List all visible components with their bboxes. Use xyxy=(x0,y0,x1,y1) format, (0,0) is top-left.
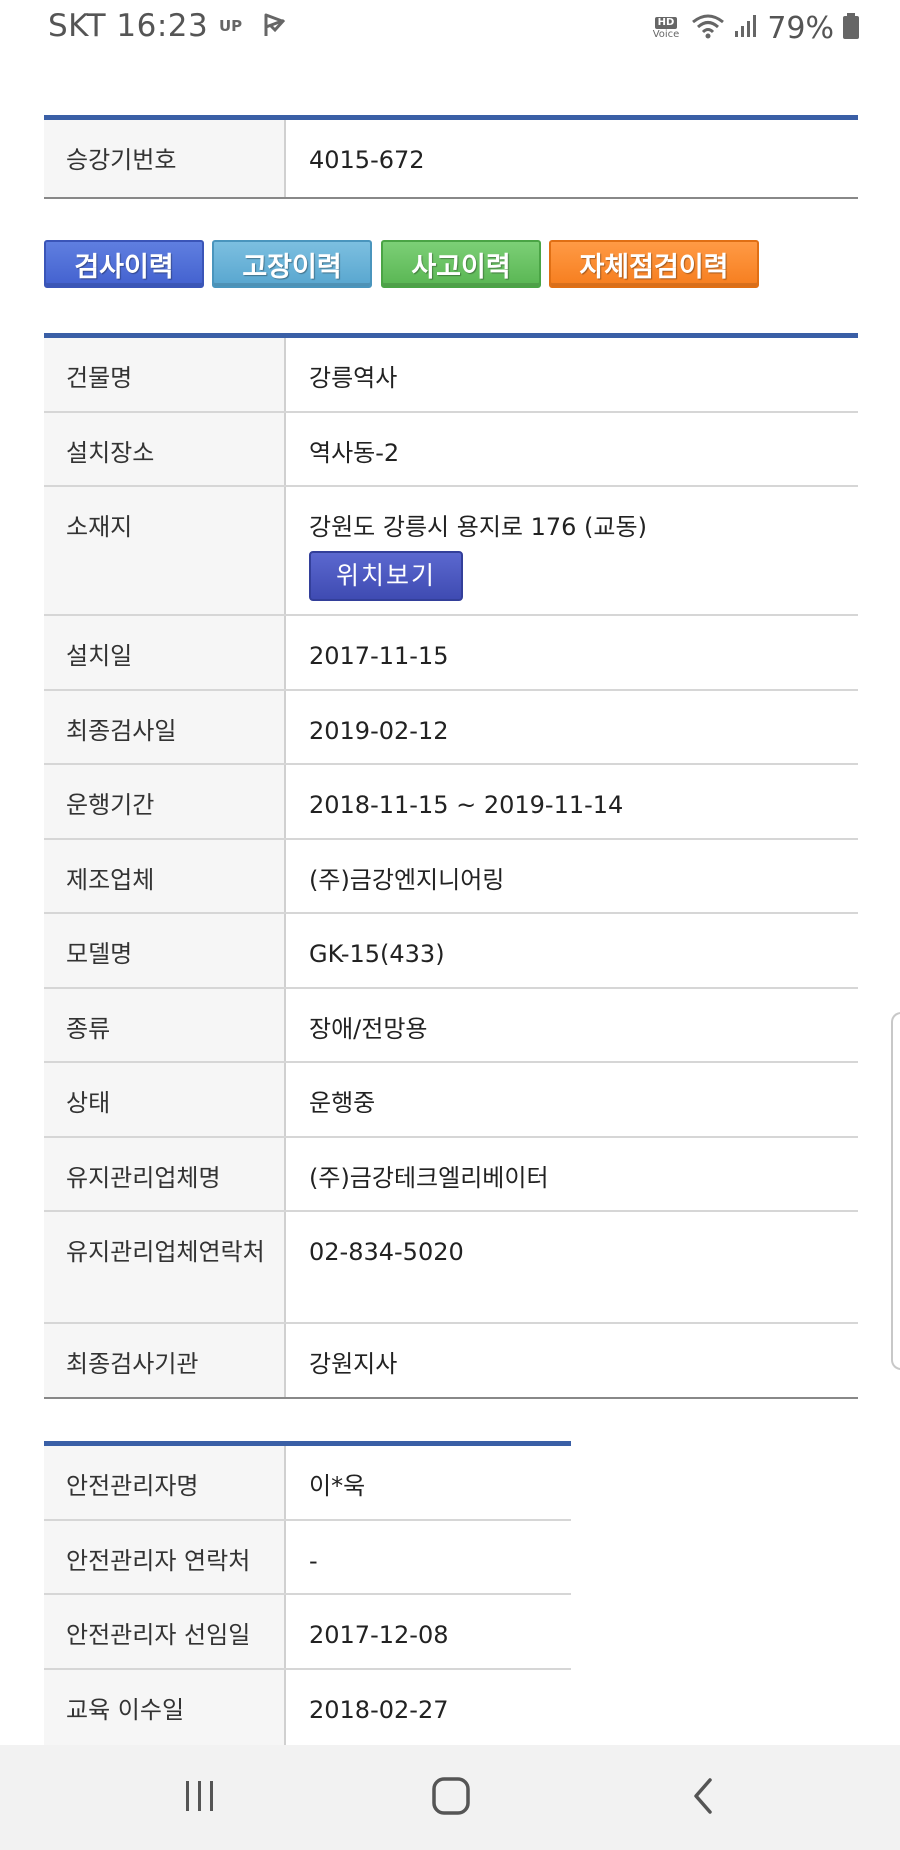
inspection-agency-label: 최종검사기관 xyxy=(44,1324,286,1397)
manager-contact-label: 안전관리자 연락처 xyxy=(44,1521,286,1593)
hd-voice-indicator: HD Voice xyxy=(652,16,680,40)
view-location-button[interactable]: 위치보기 xyxy=(309,551,463,601)
model-value: GK-15(433) xyxy=(309,940,445,968)
inspection-history-button[interactable]: 검사이력 xyxy=(44,240,204,288)
table-row: 안전관리자 연락처 - xyxy=(44,1521,571,1595)
maintenance-company-label: 유지관리업체명 xyxy=(44,1138,286,1210)
manager-name-label: 안전관리자명 xyxy=(44,1446,286,1519)
accident-history-button[interactable]: 사고이력 xyxy=(381,240,541,288)
table-row: 상태 운행중 xyxy=(44,1063,858,1138)
manufacturer-value: (주)금강엔지니어링 xyxy=(309,866,505,894)
maintenance-contact-label: 유지관리업체연락처 xyxy=(44,1212,286,1322)
recents-icon xyxy=(182,1779,218,1817)
table-row: 안전관리자명 이*욱 xyxy=(44,1446,571,1521)
type-label: 종류 xyxy=(44,989,286,1061)
table-row: 설치장소 역사동-2 xyxy=(44,413,858,487)
operation-period-value: 2018-11-15 ~ 2019-11-14 xyxy=(309,791,624,819)
address-label: 소재지 xyxy=(44,487,286,614)
maintenance-contact-value: 02-834-5020 xyxy=(309,1238,464,1266)
manager-contact-value: - xyxy=(309,1547,318,1575)
home-button[interactable] xyxy=(421,1773,481,1823)
hd-label: HD xyxy=(654,16,678,29)
self-check-history-button[interactable]: 자체점검이력 xyxy=(549,240,759,288)
unit-number-value: 4015-672 xyxy=(309,146,425,174)
safety-manager-table: 안전관리자명 이*욱 안전관리자 연락처 - 안전관리자 선임일 2017-12… xyxy=(44,1441,571,1750)
state-label: 상태 xyxy=(44,1063,286,1136)
install-date-label: 설치일 xyxy=(44,616,286,689)
voice-label: Voice xyxy=(652,28,680,40)
table-row: 소재지 강원도 강릉시 용지로 176 (교동) 위치보기 xyxy=(44,487,858,616)
model-label: 모델명 xyxy=(44,914,286,987)
address-cell: 강원도 강릉시 용지로 176 (교동) 위치보기 xyxy=(286,487,858,614)
battery-icon xyxy=(842,12,860,44)
fault-history-button[interactable]: 고장이력 xyxy=(212,240,372,288)
unit-number-table: 승강기번호 4015-672 xyxy=(44,115,858,199)
maintenance-company-value: (주)금강테크엘리베이터 xyxy=(309,1164,549,1192)
status-icons: HD Voice 79% xyxy=(653,10,860,46)
install-date-value: 2017-11-15 xyxy=(309,642,449,670)
table-row: 안전관리자 선임일 2017-12-08 xyxy=(44,1595,571,1670)
state-value: 운행중 xyxy=(309,1089,376,1117)
location-value: 역사동-2 xyxy=(309,439,400,467)
table-row: 모델명 GK-15(433) xyxy=(44,914,858,989)
table-row: 종류 장애/전망용 xyxy=(44,989,858,1063)
appointment-date-label: 안전관리자 선임일 xyxy=(44,1595,286,1668)
training-date-label: 교육 이수일 xyxy=(44,1670,286,1750)
manufacturer-label: 제조업체 xyxy=(44,840,286,912)
address-value: 강원도 강릉시 용지로 176 (교동) xyxy=(309,513,647,541)
elevator-detail-table: 건물명 강릉역사 설치장소 역사동-2 소재지 강원도 강릉시 용지로 176 … xyxy=(44,333,858,1399)
home-icon xyxy=(431,1776,471,1820)
check-flag-icon xyxy=(262,12,288,42)
table-row: 최종검사일 2019-02-12 xyxy=(44,691,858,765)
table-row: 제조업체 (주)금강엔지니어링 xyxy=(44,840,858,914)
table-row: 건물명 강릉역사 xyxy=(44,338,858,413)
battery-percent: 79% xyxy=(767,10,834,46)
table-row: 운행기간 2018-11-15 ~ 2019-11-14 xyxy=(44,765,858,840)
operation-period-label: 운행기간 xyxy=(44,765,286,838)
last-inspection-label: 최종검사일 xyxy=(44,691,286,763)
manager-name-value: 이*욱 xyxy=(309,1472,366,1500)
back-button[interactable] xyxy=(673,1773,733,1823)
signal-icon xyxy=(733,13,759,43)
building-value: 강릉역사 xyxy=(309,364,398,392)
last-inspection-value: 2019-02-12 xyxy=(309,717,449,745)
table-row: 승강기번호 4015-672 xyxy=(44,120,858,199)
table-row: 교육 이수일 2018-02-27 xyxy=(44,1670,571,1750)
building-label: 건물명 xyxy=(44,338,286,411)
table-row: 유지관리업체명 (주)금강테크엘리베이터 xyxy=(44,1138,858,1212)
type-value: 장애/전망용 xyxy=(309,1015,428,1043)
edge-panel-handle[interactable] xyxy=(891,1012,900,1370)
unit-number-label: 승강기번호 xyxy=(44,120,286,197)
training-date-value: 2018-02-27 xyxy=(309,1696,449,1724)
back-icon xyxy=(690,1776,716,1820)
status-bar: SKT 16:23 UP HD Voice 79% xyxy=(0,0,900,56)
inspection-agency-value: 강원지사 xyxy=(309,1350,398,1378)
table-row: 유지관리업체연락처 02-834-5020 xyxy=(44,1212,858,1324)
table-row: 최종검사기관 강원지사 xyxy=(44,1324,858,1399)
appointment-date-value: 2017-12-08 xyxy=(309,1621,449,1649)
carrier-time: SKT 16:23 xyxy=(48,8,209,44)
up-indicator: UP xyxy=(219,17,243,35)
recents-button[interactable] xyxy=(170,1773,230,1823)
navigation-bar xyxy=(0,1745,900,1850)
location-label: 설치장소 xyxy=(44,413,286,485)
wifi-icon xyxy=(691,12,725,44)
table-row: 설치일 2017-11-15 xyxy=(44,616,858,691)
